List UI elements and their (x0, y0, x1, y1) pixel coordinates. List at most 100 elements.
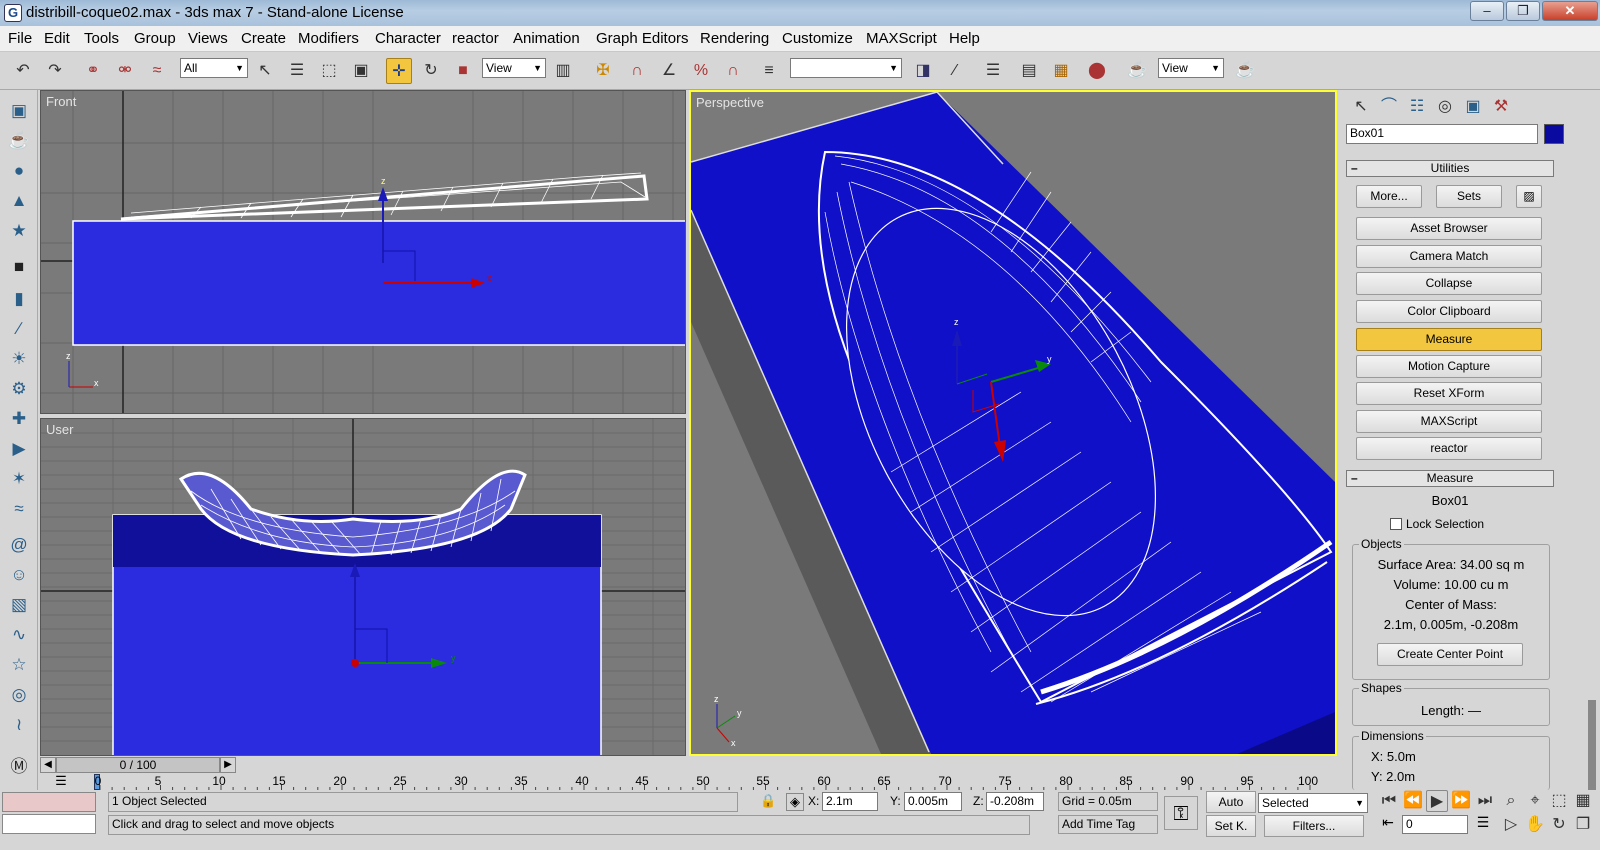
previous-frame-icon[interactable]: ⏪ (1402, 790, 1424, 812)
key-filter-dropdown[interactable]: Selected (1258, 793, 1368, 813)
select-and-move-icon[interactable]: ✛ (386, 58, 412, 84)
app-icon[interactable]: G (4, 4, 22, 22)
create-ragdoll-icon[interactable]: ☆ (6, 652, 32, 678)
perspective-viewport[interactable]: z y z y x Perspective (689, 90, 1337, 756)
trackbar[interactable]: ☰ 0 5 10 15 20 25 30 35 40 45 50 55 60 6… (40, 774, 1337, 790)
zoom-icon[interactable]: ⌕ (1500, 790, 1522, 812)
open-mini-curve-editor-icon[interactable]: ☰ (48, 774, 74, 788)
select-object-icon[interactable]: ↖ (252, 58, 278, 84)
field-of-view-icon[interactable]: ▷ (1500, 814, 1522, 836)
menu-character[interactable]: Character (375, 30, 441, 47)
sets-button[interactable]: Sets (1436, 185, 1502, 208)
zoom-all-icon[interactable]: ⌖ (1524, 790, 1546, 812)
select-and-scale-icon[interactable]: ■ (450, 58, 476, 84)
time-slider-thumb[interactable]: 0 / 100 (56, 757, 220, 773)
next-frame-icon[interactable]: ⏩ (1450, 790, 1472, 812)
object-name-field[interactable]: Box01 (1346, 124, 1538, 144)
front-viewport[interactable]: z x z x Front (40, 90, 686, 414)
configure-sets-icon[interactable]: ▨ (1516, 185, 1542, 208)
hierarchy-tab-icon[interactable]: ☷ (1404, 94, 1430, 120)
arc-rotate-icon[interactable]: ↻ (1548, 814, 1570, 836)
viewport-label-perspective[interactable]: Perspective (696, 95, 764, 110)
time-slider-prev-icon[interactable]: ◀ (40, 757, 56, 773)
bind-space-warp-icon[interactable]: ≈ (144, 58, 170, 84)
rectangular-region-icon[interactable]: ⬚ (316, 58, 342, 84)
z-coord-field[interactable]: -0.208m (986, 792, 1044, 811)
reset-xform-button[interactable]: Reset XForm (1356, 382, 1542, 405)
render-type-dropdown[interactable]: View (1158, 58, 1224, 78)
zoom-extents-icon[interactable]: ⬚ (1548, 790, 1570, 812)
redo-icon[interactable]: ↷ (42, 58, 68, 84)
edit-named-selection-icon[interactable]: ≡ (756, 58, 782, 84)
user-viewport[interactable]: y User (40, 418, 686, 756)
command-panel-scrollbar[interactable] (1588, 700, 1596, 790)
display-tab-icon[interactable]: ▣ (1460, 94, 1486, 120)
curve-editor-icon[interactable]: ▤ (1016, 58, 1042, 84)
menu-graph-editors[interactable]: Graph Editors (596, 30, 689, 47)
create-wave-icon[interactable]: ≈ (6, 496, 32, 522)
lock-selection-icon[interactable]: 🔒 (760, 793, 776, 811)
pivot-center-icon[interactable]: ▥ (550, 58, 576, 84)
create-cylinder-icon[interactable]: ▮ (6, 286, 32, 312)
create-gear-icon[interactable]: ⚙ (6, 376, 32, 402)
named-selection-dropdown[interactable] (790, 58, 902, 78)
reactor-button[interactable]: reactor (1356, 437, 1542, 460)
create-helper-icon[interactable]: ∕ (6, 316, 32, 342)
motion-capture-button[interactable]: Motion Capture (1356, 355, 1542, 378)
menu-customize[interactable]: Customize (782, 30, 853, 47)
create-collection-icon[interactable]: ◎ (6, 682, 32, 708)
maxscript-mini-listener-pink[interactable] (2, 792, 96, 812)
utilities-tab-icon[interactable]: ⚒ (1488, 94, 1514, 120)
reference-coord-dropdown[interactable]: View (482, 58, 546, 78)
create-sphere-icon[interactable]: ● (6, 158, 32, 184)
snap-toggle-icon[interactable]: ∩ (624, 58, 650, 84)
select-by-name-icon[interactable]: ☰ (284, 58, 310, 84)
create-fracture-icon[interactable]: ≀ (6, 712, 32, 738)
menu-tools[interactable]: Tools (84, 30, 119, 47)
motion-tab-icon[interactable]: ◎ (1432, 94, 1458, 120)
viewport-label-user[interactable]: User (46, 422, 73, 437)
color-clipboard-button[interactable]: Color Clipboard (1356, 300, 1542, 323)
maxscript-mini-listener-white[interactable] (2, 814, 96, 834)
create-box-icon[interactable]: ▣ (6, 98, 32, 124)
close-icon[interactable]: ✕ (1542, 1, 1598, 21)
play-icon[interactable]: ▶ (1426, 790, 1448, 812)
go-to-end-icon[interactable]: ⏭ (1474, 790, 1496, 812)
more-button[interactable]: More... (1356, 185, 1422, 208)
create-biped-icon[interactable]: ☺ (6, 562, 32, 588)
menu-edit[interactable]: Edit (44, 30, 70, 47)
maxscript-button[interactable]: MAXScript (1356, 410, 1542, 433)
maxscript-listener-icon[interactable]: Ⓜ (6, 754, 32, 780)
unlink-icon[interactable]: ⚮ (112, 58, 138, 84)
create-camera-icon[interactable]: ▶ (6, 436, 32, 462)
go-to-start-icon[interactable]: ⏮ (1378, 790, 1400, 812)
undo-icon[interactable]: ↶ (10, 58, 36, 84)
measure-rollout-header[interactable]: – Measure (1346, 470, 1554, 487)
menu-group[interactable]: Group (134, 30, 176, 47)
create-bones-icon[interactable]: ✚ (6, 406, 32, 432)
add-time-tag[interactable]: Add Time Tag (1058, 815, 1158, 834)
viewport-label-front[interactable]: Front (46, 94, 76, 109)
menu-modifiers[interactable]: Modifiers (298, 30, 359, 47)
create-cone-icon[interactable]: ▲ (6, 188, 32, 214)
create-light-icon[interactable]: ☀ (6, 346, 32, 372)
time-slider-next-icon[interactable]: ▶ (220, 757, 236, 773)
menu-animation[interactable]: Animation (513, 30, 580, 47)
create-center-point-button[interactable]: Create Center Point (1377, 643, 1523, 666)
measure-button[interactable]: Measure (1356, 328, 1542, 351)
x-coord-field[interactable]: 2.1m (822, 792, 878, 811)
current-frame-field[interactable]: 0 (1402, 815, 1468, 834)
absolute-mode-icon[interactable]: ◈ (786, 793, 804, 811)
lock-selection-checkbox[interactable] (1390, 518, 1402, 530)
set-key-icon[interactable]: ⚿ (1164, 796, 1198, 830)
camera-match-button[interactable]: Camera Match (1356, 245, 1542, 268)
layer-manager-icon[interactable]: ☰ (980, 58, 1006, 84)
create-spring-icon[interactable]: @ (6, 532, 32, 558)
create-particles-icon[interactable]: ✶ (6, 466, 32, 492)
mirror-icon[interactable]: ◨ (910, 58, 936, 84)
utilities-rollout-header[interactable]: – Utilities (1346, 160, 1554, 177)
pan-icon[interactable]: ✋ (1524, 814, 1546, 836)
menu-views[interactable]: Views (188, 30, 228, 47)
menu-file[interactable]: File (8, 30, 32, 47)
maximize-icon[interactable]: ❐ (1506, 1, 1540, 21)
